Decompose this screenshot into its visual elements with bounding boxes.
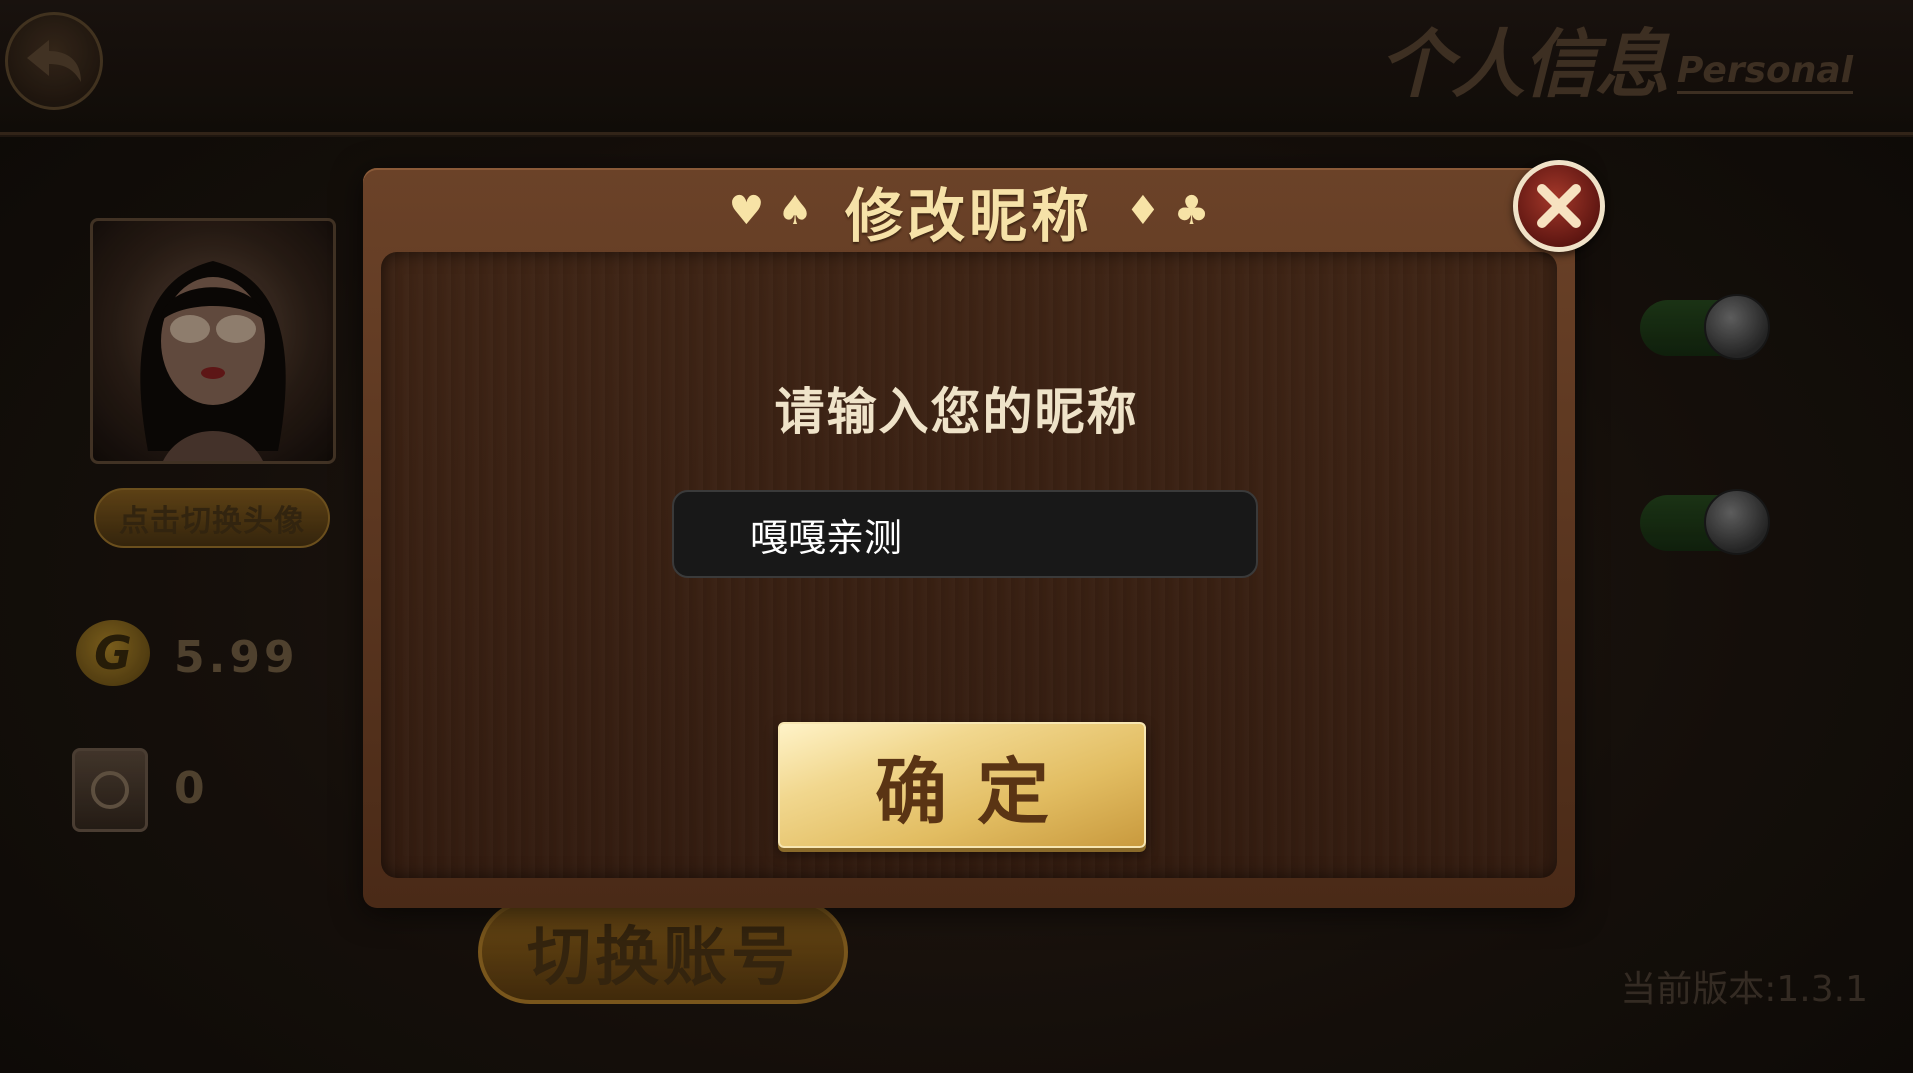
dialog-title: 修改昵称: [844, 182, 1093, 250]
close-icon: [1537, 184, 1581, 228]
suits-left-icon: ♥ ♠: [728, 188, 813, 234]
suits-right-icon: ♦ ♣: [1125, 188, 1210, 234]
dialog-title-bar: ♥ ♠ 修改昵称 ♦ ♣: [363, 174, 1575, 250]
close-button[interactable]: [1513, 160, 1605, 252]
nickname-prompt: 请输入您的昵称: [774, 383, 1139, 441]
confirm-button[interactable]: 确定: [778, 722, 1146, 848]
nickname-input[interactable]: [672, 490, 1258, 578]
